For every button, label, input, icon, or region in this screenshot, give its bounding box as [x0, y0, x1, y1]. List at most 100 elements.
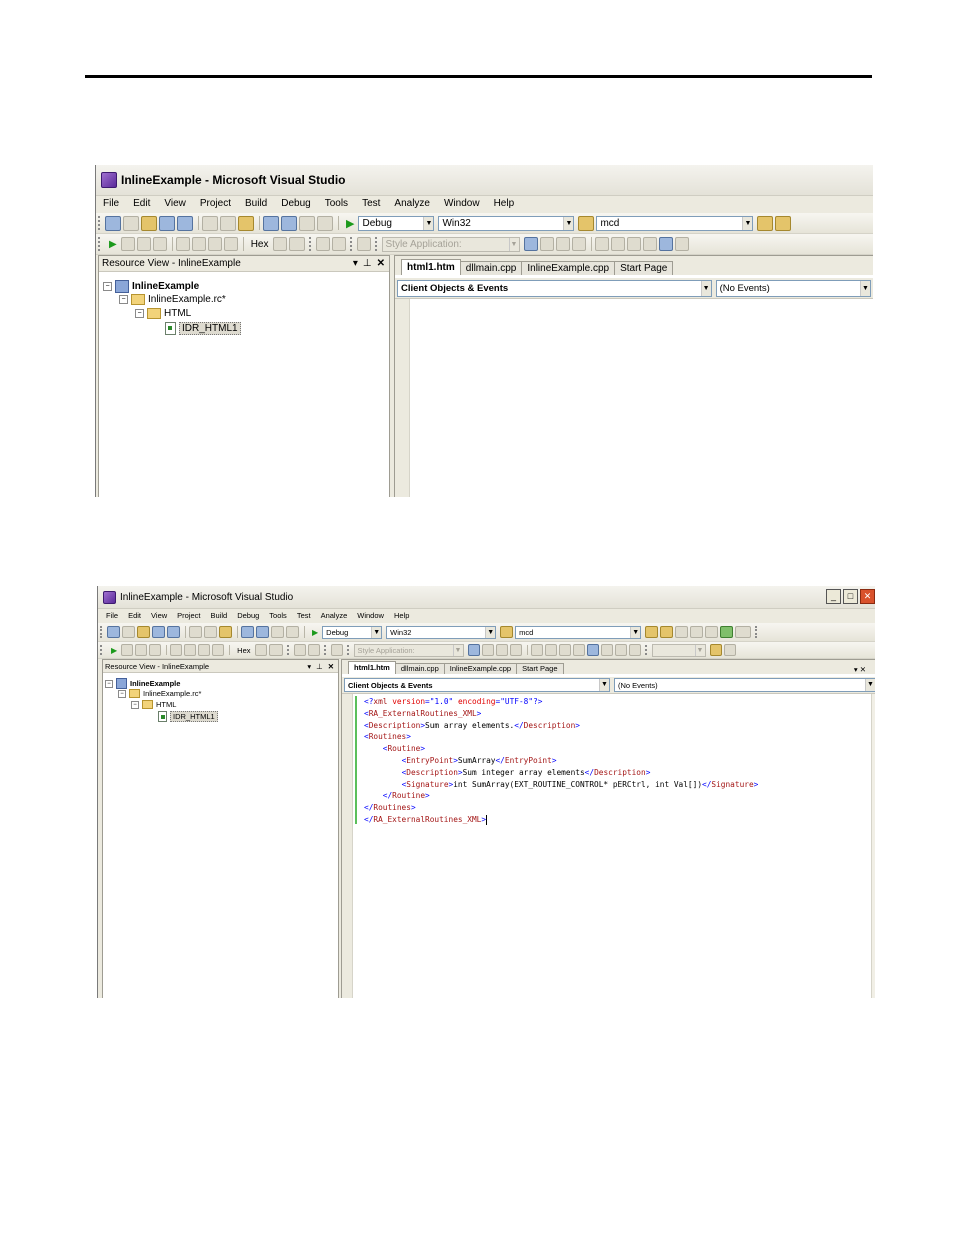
shape-icon-3[interactable]	[628, 644, 641, 656]
menu-debug[interactable]: Debug	[232, 611, 264, 620]
restart-icon[interactable]	[152, 237, 167, 251]
close-icon[interactable]: ✕	[328, 662, 334, 671]
style-icon[interactable]	[523, 237, 538, 251]
menu-view[interactable]: View	[146, 611, 172, 620]
menu-tools[interactable]: Tools	[264, 611, 292, 620]
cut-icon[interactable]	[189, 626, 202, 638]
pin-icon[interactable]: ⊥	[316, 662, 323, 671]
find-symbol-icon[interactable]	[317, 215, 333, 231]
solution-platform-select[interactable]: Win32 ▼	[386, 625, 497, 639]
format-icon[interactable]	[356, 237, 371, 251]
font-icon[interactable]	[509, 644, 522, 656]
solution-explorer-icon[interactable]	[757, 215, 774, 231]
start-debugging-icon[interactable]: ▶	[312, 628, 318, 637]
toolbar-grip[interactable]	[100, 645, 104, 655]
align-icon[interactable]	[481, 644, 494, 656]
save-all-icon[interactable]	[167, 626, 180, 638]
minimize-icon[interactable]: _	[826, 589, 841, 604]
new-project-icon[interactable]	[107, 626, 120, 638]
outdent-icon[interactable]	[610, 237, 625, 251]
style-application-select[interactable]: Style Application: ▼	[353, 643, 464, 657]
format-icon[interactable]	[330, 644, 343, 656]
code-line[interactable]: <Routine>	[364, 744, 425, 753]
events-select[interactable]: (No Events) ▼	[614, 678, 875, 692]
menu-debug[interactable]: Debug	[274, 198, 317, 209]
solution-config-select[interactable]: Debug ▼	[322, 625, 383, 639]
find-in-files-icon[interactable]	[500, 626, 514, 638]
tab-start-page[interactable]: Start Page	[516, 663, 564, 674]
indent-icon[interactable]	[594, 237, 609, 251]
object-browser-icon[interactable]	[675, 626, 689, 638]
menu-project[interactable]: Project	[193, 198, 238, 209]
menu-build[interactable]: Build	[206, 611, 233, 620]
breakpoints-icon[interactable]	[254, 644, 267, 656]
menu-file[interactable]: File	[101, 611, 123, 620]
bookmark-icon[interactable]	[315, 237, 330, 251]
chart-icon[interactable]	[723, 644, 736, 656]
menu-window[interactable]: Window	[352, 611, 389, 620]
menu-test[interactable]: Test	[292, 611, 316, 620]
list-icon[interactable]	[558, 644, 571, 656]
pointer-icon[interactable]	[555, 237, 570, 251]
shape-icon-2[interactable]	[614, 644, 627, 656]
code-line[interactable]: <EntryPoint>SumArray</EntryPoint>	[364, 756, 557, 765]
code-line[interactable]: <Routines>	[364, 732, 411, 741]
undo-icon[interactable]	[263, 215, 279, 231]
menu-project[interactable]: Project	[172, 611, 205, 620]
tab-html1[interactable]: html1.htm	[401, 259, 461, 275]
menu-window[interactable]: Window	[437, 198, 487, 209]
stop-icon[interactable]	[135, 644, 148, 656]
open-file-icon[interactable]	[141, 215, 157, 231]
comment-icon[interactable]	[307, 644, 320, 656]
show-next-statement-icon[interactable]	[170, 644, 183, 656]
solution-config-select[interactable]: Debug ▼	[358, 215, 435, 231]
close-icon[interactable]: ✕	[377, 258, 385, 269]
events-select[interactable]: (No Events) ▼	[715, 279, 871, 297]
step-out-icon[interactable]	[223, 237, 238, 251]
code-line[interactable]: <?xml version="1.0" encoding="UTF-8"?>	[364, 697, 542, 706]
tab-dllmain[interactable]: dllmain.cpp	[394, 663, 445, 674]
class-view-icon[interactable]	[705, 626, 719, 638]
menu-tools[interactable]: Tools	[318, 198, 355, 209]
toolbar-grip[interactable]	[98, 237, 102, 251]
toolbox-icon[interactable]	[690, 626, 704, 638]
code-line[interactable]: <Description>Sum array elements.</Descri…	[364, 721, 580, 730]
paste-icon[interactable]	[238, 215, 254, 231]
toolbar-grip[interactable]	[98, 216, 102, 230]
copy-icon[interactable]	[220, 215, 236, 231]
paste-icon[interactable]	[219, 626, 232, 638]
unlist-icon[interactable]	[642, 237, 657, 251]
break-all-icon[interactable]	[121, 644, 134, 656]
properties-icon[interactable]	[775, 215, 792, 231]
menu-build[interactable]: Build	[238, 198, 274, 209]
add-item-icon[interactable]	[122, 626, 135, 638]
step-out-icon[interactable]	[212, 644, 225, 656]
toolbar-grip[interactable]	[755, 626, 759, 638]
toolbar-grip[interactable]	[644, 645, 649, 655]
menu-file[interactable]: File	[96, 198, 126, 209]
vertical-scrollbar[interactable]	[871, 694, 875, 998]
tab-inlineexample[interactable]: InlineExample.cpp	[521, 261, 616, 275]
show-next-statement-icon[interactable]	[175, 237, 190, 251]
align-icon[interactable]	[539, 237, 554, 251]
cut-icon[interactable]	[202, 215, 218, 231]
code-line[interactable]: <RA_ExternalRoutines_XML>	[364, 709, 481, 718]
add-item-icon[interactable]	[123, 215, 139, 231]
solution-platform-select[interactable]: Win32 ▼	[438, 215, 575, 231]
menu-help[interactable]: Help	[389, 611, 414, 620]
outdent-icon[interactable]	[544, 644, 557, 656]
layer-icon[interactable]	[709, 644, 722, 656]
tab-html1[interactable]: html1.htm	[348, 661, 396, 674]
menu-test[interactable]: Test	[355, 198, 387, 209]
style-icon[interactable]	[467, 644, 480, 656]
dropdown-icon[interactable]: ▾	[307, 662, 311, 671]
maximize-icon[interactable]: □	[843, 589, 858, 604]
tree-node-rc[interactable]: − InlineExample.rc*	[118, 689, 201, 698]
bookmark-icon[interactable]	[293, 644, 306, 656]
toolbar-grip[interactable]	[346, 645, 351, 655]
code-line[interactable]: </Routines>	[364, 803, 416, 812]
save-all-icon[interactable]	[177, 215, 193, 231]
tree-node-html[interactable]: − HTML	[131, 700, 176, 709]
tree-node-project[interactable]: − InlineExample	[103, 280, 199, 293]
step-into-icon[interactable]	[184, 644, 197, 656]
